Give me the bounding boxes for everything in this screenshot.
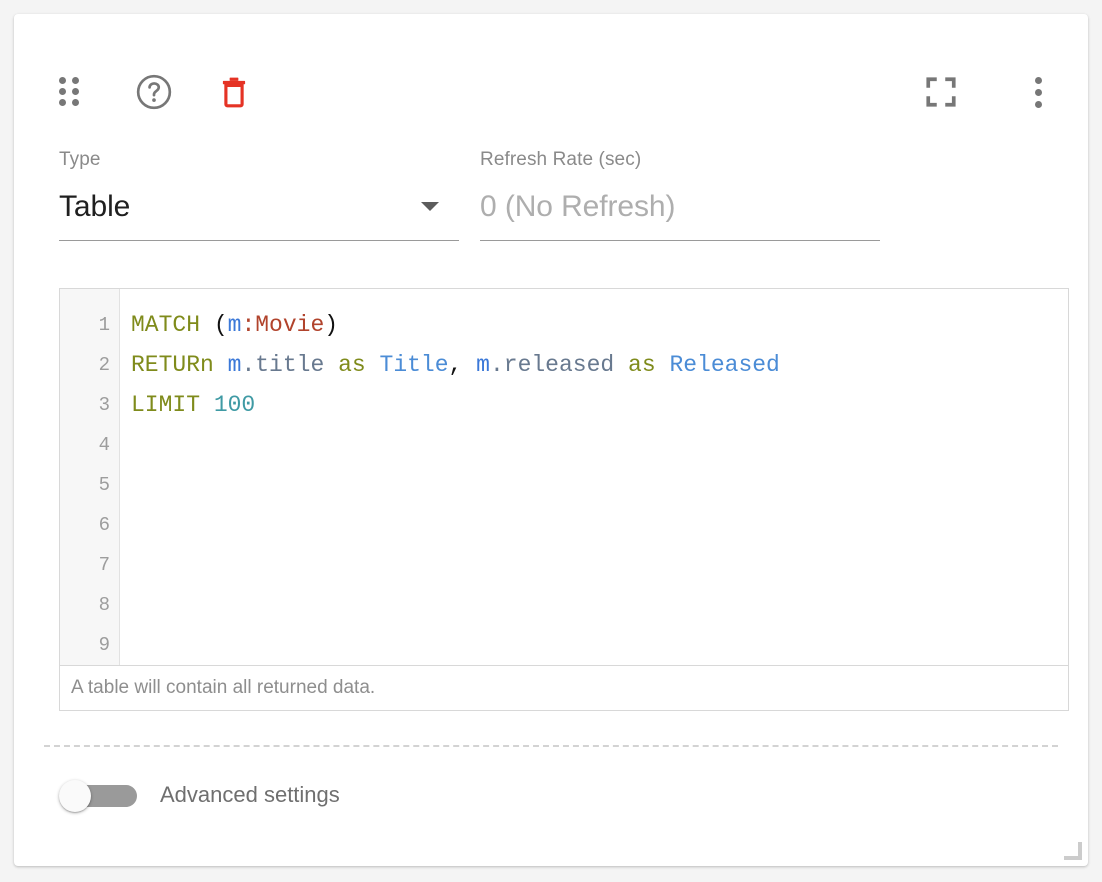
- code-token: .title: [241, 352, 325, 378]
- refresh-rate-input[interactable]: 0 (No Refresh): [480, 186, 880, 241]
- code-token: ,: [448, 352, 463, 378]
- refresh-rate-placeholder: 0 (No Refresh): [480, 190, 676, 223]
- drag-handle-icon[interactable]: [46, 66, 94, 118]
- code-token: ): [324, 312, 339, 338]
- more-vertical-icon[interactable]: [1014, 66, 1062, 118]
- type-select[interactable]: Table: [59, 186, 459, 241]
- drag-handle-dots: [59, 77, 81, 107]
- line-number: 3: [98, 394, 110, 416]
- help-circle-icon[interactable]: [130, 66, 178, 118]
- report-card: Type Table Refresh Rate (sec) 0 (No Refr…: [14, 14, 1088, 866]
- code-token: RETURn: [131, 352, 214, 378]
- type-field: Type Table: [59, 148, 459, 241]
- code-line: LIMIT 100: [131, 385, 1068, 425]
- delete-trash-icon[interactable]: [210, 66, 258, 118]
- advanced-settings-label: Advanced settings: [160, 782, 340, 807]
- code-token: Released: [669, 352, 780, 378]
- type-label: Type: [59, 149, 101, 170]
- code-line: MATCH (m:Movie): [131, 305, 1068, 345]
- code-token: m: [227, 352, 242, 378]
- resize-grip-icon[interactable]: [1064, 842, 1082, 860]
- line-number: 6: [98, 514, 110, 536]
- section-divider: [44, 745, 1058, 747]
- cypher-query-text[interactable]: MATCH (m:Movie) RETURn m.title as Title, …: [120, 289, 1068, 665]
- line-number: 7: [98, 554, 110, 576]
- refresh-rate-label: Refresh Rate (sec): [480, 149, 642, 170]
- more-vertical-dots: [1034, 76, 1042, 108]
- line-number: 2: [98, 354, 110, 376]
- resize-grip-horizontal: [1064, 856, 1082, 860]
- card-settings-row: Type Table Refresh Rate (sec) 0 (No Refr…: [14, 148, 1088, 258]
- code-token: as: [338, 352, 366, 378]
- code-token: .released: [489, 352, 615, 378]
- code-token: m: [476, 352, 490, 378]
- code-token: as: [628, 352, 656, 378]
- refresh-rate-field: Refresh Rate (sec) 0 (No Refresh): [480, 148, 880, 241]
- code-token: :Movie: [241, 312, 325, 338]
- line-number: 9: [98, 634, 110, 656]
- card-toolbar: [14, 14, 1088, 126]
- code-line: RETURn m.title as Title, m.released as R…: [131, 345, 1068, 385]
- code-token: LIMIT: [131, 392, 201, 418]
- fullscreen-expand-icon[interactable]: [917, 66, 965, 118]
- line-number: 1: [98, 314, 110, 336]
- code-token: m: [227, 312, 242, 338]
- line-number: 8: [98, 594, 110, 616]
- toggle-knob: [59, 780, 91, 812]
- chevron-down-icon: [421, 202, 439, 211]
- editor-hint-text: A table will contain all returned data.: [60, 665, 1068, 710]
- line-number: 4: [98, 434, 110, 456]
- type-selected-value: Table: [59, 190, 131, 223]
- code-token: MATCH: [131, 312, 201, 338]
- code-token: Title: [379, 352, 449, 378]
- editor-line-numbers: 1 2 3 4 5 6 7 8 9: [60, 289, 120, 665]
- query-editor: 1 2 3 4 5 6 7 8 9 MATCH (m:Movie) RETURn …: [59, 288, 1069, 711]
- code-token: (: [213, 312, 228, 338]
- card-footer: Advanced settings: [14, 762, 1088, 866]
- query-editor-body[interactable]: 1 2 3 4 5 6 7 8 9 MATCH (m:Movie) RETURn …: [60, 289, 1068, 665]
- advanced-settings-toggle[interactable]: [59, 780, 137, 812]
- line-number: 5: [98, 474, 110, 496]
- code-token: 100: [213, 392, 256, 418]
